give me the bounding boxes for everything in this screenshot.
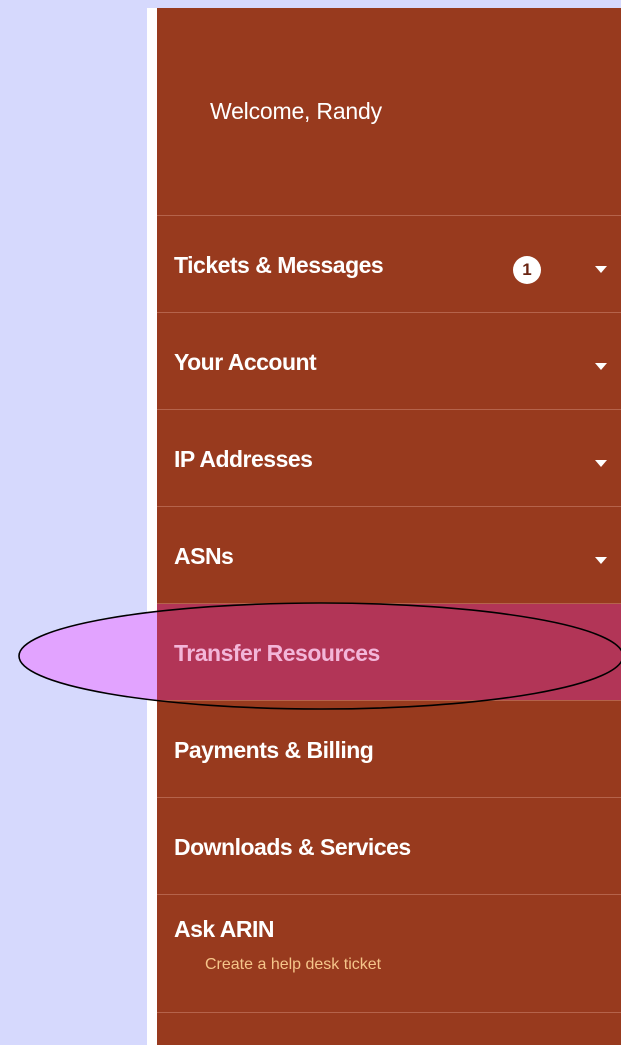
menu-item-label: IP Addresses [174,446,313,472]
menu-item-tickets[interactable]: Tickets & Messages 1 [157,216,621,313]
menu-item-your-account[interactable]: Your Account [157,313,621,410]
menu-item-label: Tickets & Messages [174,252,384,278]
sidebar-left-edge [147,8,157,1045]
menu-item-ask-arin[interactable]: Ask ARIN Create a help desk ticket [157,895,621,1013]
caret-down-icon[interactable] [595,266,607,273]
menu-item-payments-billing[interactable]: Payments & Billing [157,701,621,798]
menu-item-transfer-resources[interactable]: Transfer Resources [157,604,621,701]
welcome-header: Welcome, Randy [157,8,621,216]
menu-item-sublabel[interactable]: Create a help desk ticket [205,956,381,974]
menu-item-label: Downloads & Services [174,834,411,860]
welcome-text: Welcome, Randy [210,98,382,124]
caret-down-icon[interactable] [595,460,607,467]
caret-down-icon[interactable] [595,557,607,564]
sidebar-nav: Welcome, Randy Tickets & Messages 1 Your… [157,8,621,1045]
menu-item-label: Ask ARIN [174,916,274,942]
notification-badge: 1 [513,256,541,284]
menu-item-label: Transfer Resources [174,640,380,666]
menu-item-label: ASNs [174,543,234,569]
menu-item-asns[interactable]: ASNs [157,507,621,604]
menu-item-downloads-services[interactable]: Downloads & Services [157,798,621,895]
menu-item-label: Your Account [174,349,317,375]
caret-down-icon[interactable] [595,363,607,370]
menu-item-label: Payments & Billing [174,737,374,763]
menu-item-ip-addresses[interactable]: IP Addresses [157,410,621,507]
